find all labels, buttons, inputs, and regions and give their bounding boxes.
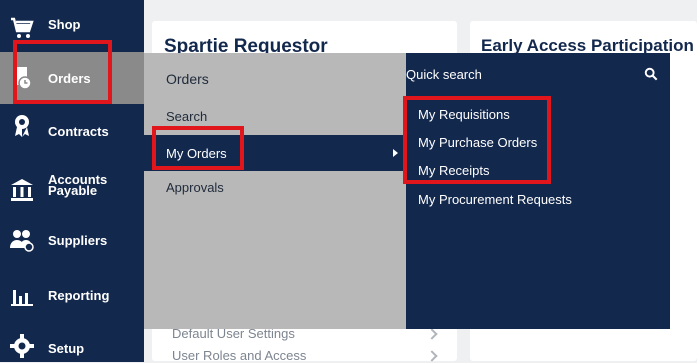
menu-item-search[interactable]: Search <box>166 109 207 124</box>
sidebar-item-label: Setup <box>48 341 85 356</box>
my-orders-submenu: Quick search My Requisitions My Purchase… <box>406 53 670 329</box>
quick-search-input[interactable]: Quick search <box>406 67 482 82</box>
bar-chart-icon <box>11 290 33 306</box>
cart-icon <box>11 17 34 38</box>
sidebar-item-suppliers[interactable]: Suppliers <box>0 222 144 262</box>
sidebar-item-reporting[interactable]: Reporting <box>0 280 144 320</box>
suppliers-icon <box>10 230 34 252</box>
menu-item-approvals[interactable]: Approvals <box>166 180 224 195</box>
gear-icon <box>10 334 34 358</box>
sidebar-item-contracts[interactable]: Contracts <box>0 112 144 152</box>
search-icon[interactable] <box>644 67 658 81</box>
sidebar-item-accounts-payable[interactable]: Accounts Payable <box>0 170 144 210</box>
sidebar-item-setup[interactable]: Setup <box>0 330 144 362</box>
orders-flyout: Orders Search My Orders Approvals <box>144 53 406 329</box>
sidebar-item-label: Shop <box>48 17 81 32</box>
menu-item-my-procurement-requests[interactable]: My Procurement Requests <box>418 192 572 207</box>
sidebar-item-label: Suppliers <box>48 233 108 248</box>
user-roles-link[interactable]: User Roles and Access <box>172 348 306 363</box>
highlight-box-submenu-items <box>403 96 551 184</box>
ribbon-icon <box>15 115 29 137</box>
highlight-box-orders <box>13 40 112 104</box>
highlight-box-my-orders <box>152 126 244 170</box>
orders-flyout-title: Orders <box>166 71 209 87</box>
bank-icon <box>11 179 33 201</box>
caret-right-icon <box>393 149 398 157</box>
sidebar-item-label: Accounts Payable <box>48 172 108 198</box>
sidebar-item-label: Contracts <box>48 124 109 139</box>
sidebar-item-label: Reporting <box>48 288 110 303</box>
